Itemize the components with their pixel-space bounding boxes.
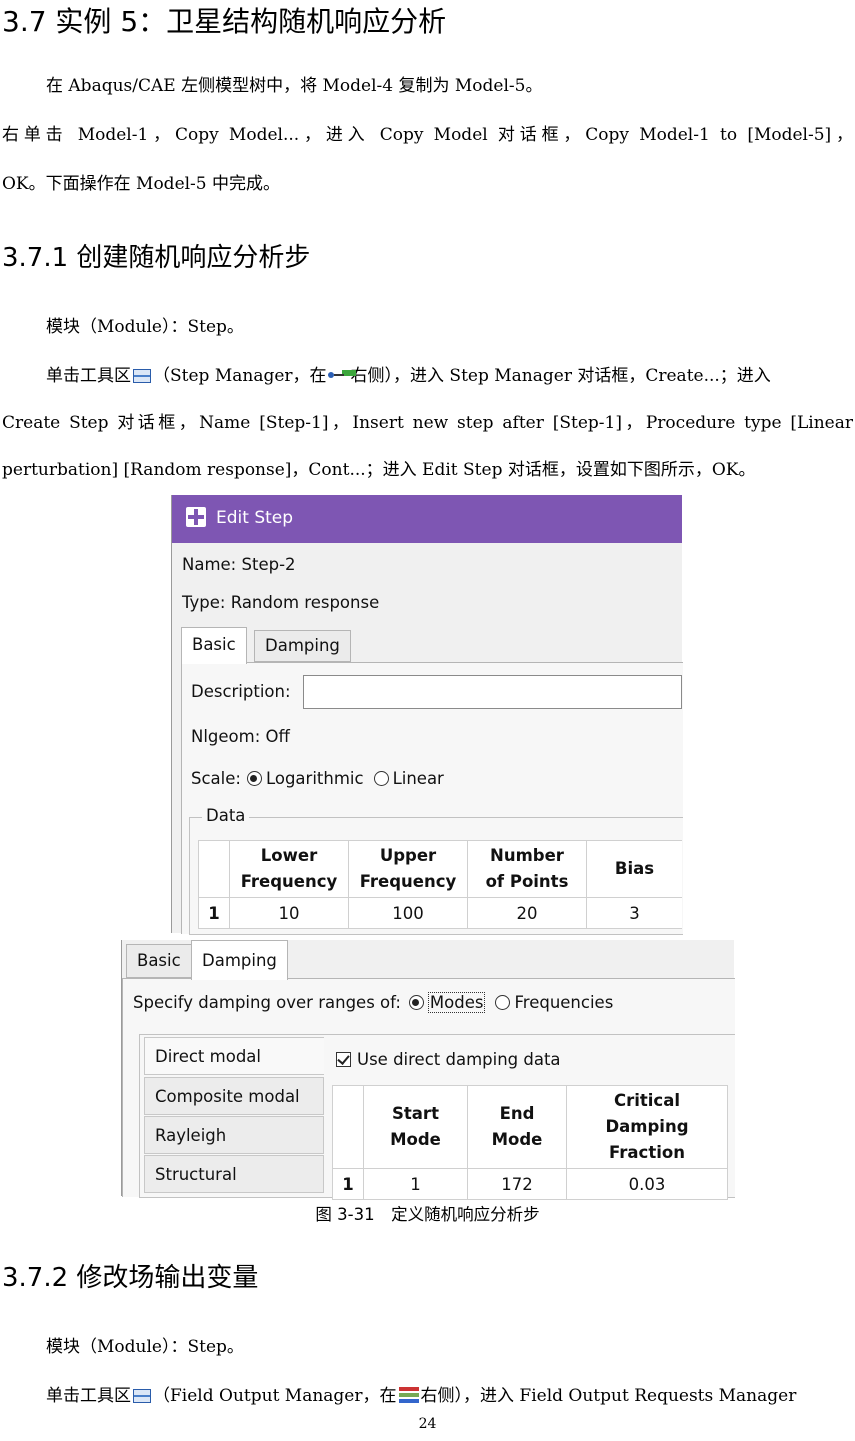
type-row: Type: Random response	[182, 593, 379, 612]
figure-caption: 图 3-31 定义随机响应分析步	[315, 1205, 540, 1224]
radio-logarithmic[interactable]	[246, 771, 262, 786]
table-cell[interactable]: 172	[467, 1168, 567, 1200]
table-cell[interactable]: 10	[229, 897, 349, 929]
subsection-heading: 3.7.1 创建随机响应分析步	[2, 243, 311, 273]
damping-panel-screenshot: Basic Damping Specify damping over range…	[121, 940, 735, 1200]
text: 右侧），进入 Field Output Requests Manager	[420, 1386, 797, 1406]
col-start-mode: Start Mode	[363, 1085, 468, 1169]
paragraph: 模块（Module）：Step。	[46, 317, 244, 337]
paragraph: 右单击 Model-1，Copy Model...，进入 Copy Model …	[2, 125, 853, 145]
frequencies-label: Frequencies	[514, 993, 614, 1012]
paragraph: 模块（Module）：Step。	[46, 1337, 244, 1357]
linear-label: Linear	[392, 769, 444, 788]
side-item-direct-modal[interactable]: Direct modal	[144, 1037, 324, 1075]
radio-linear[interactable]	[373, 771, 389, 786]
tab-damping[interactable]: Damping	[191, 940, 288, 980]
name-row: Name: Step-2	[182, 555, 296, 574]
field-output-manager-icon	[133, 1389, 151, 1403]
radio-modes[interactable]	[408, 995, 424, 1010]
name-label: Name:	[182, 555, 237, 574]
specify-label: Specify damping over ranges of:	[133, 993, 401, 1012]
row-header-corner	[332, 1085, 364, 1169]
table-row[interactable]: 1 10 100 20 3	[198, 897, 682, 929]
nlgeom-value[interactable]: Off	[266, 727, 290, 746]
row-number: 1	[198, 897, 230, 929]
text: 单击工具区	[46, 1386, 131, 1406]
edit-step-icon	[186, 507, 206, 527]
tab-basic[interactable]: Basic	[126, 944, 191, 978]
paragraph: 在 Abaqus/CAE 左侧模型树中，将 Model-4 复制为 Model-…	[46, 76, 543, 96]
nlgeom-row: Nlgeom: Off	[191, 727, 290, 746]
side-item-composite-modal[interactable]: Composite modal	[144, 1077, 324, 1115]
logarithmic-label: Logarithmic	[265, 769, 364, 788]
modes-label: Modes	[427, 992, 486, 1013]
table-cell[interactable]: 100	[348, 897, 468, 929]
scale-row: Scale: Logarithmic Linear	[191, 769, 444, 788]
scale-label: Scale:	[191, 769, 241, 788]
side-item-structural[interactable]: Structural	[144, 1155, 324, 1193]
col-upper-frequency: Upper Frequency	[348, 840, 468, 898]
text: （Field Output Manager，在	[153, 1386, 397, 1406]
table-header-row: Start Mode End Mode Critical Damping Fracti…	[332, 1085, 728, 1169]
col-end-mode: End Mode	[467, 1085, 567, 1169]
table-header-row: Lower Frequency Upper Frequency Number of P…	[198, 840, 682, 898]
paragraph: perturbation] [Random response]，Cont...；…	[2, 460, 756, 480]
use-direct-row: Use direct damping data	[336, 1050, 561, 1069]
col-bias: Bias	[586, 840, 682, 898]
data-group-title: Data	[202, 806, 250, 825]
paragraph: OK。下面操作在 Model-5 中完成。	[2, 174, 281, 194]
subsection-heading: 3.7.2 修改场输出变量	[2, 1263, 259, 1293]
description-label: Description:	[191, 682, 291, 701]
text: （Step Manager，在	[153, 366, 327, 386]
page-number: 24	[418, 1416, 437, 1432]
radio-frequencies[interactable]	[495, 995, 511, 1010]
table-cell[interactable]: 0.03	[566, 1168, 728, 1200]
table-cell[interactable]: 20	[467, 897, 587, 929]
edit-step-dialog: Edit Step Name: Step-2 Type: Random resp…	[171, 495, 683, 935]
paragraph: 单击工具区 （Step Manager，在 右侧），进入 Step Manager …	[46, 364, 771, 388]
text: 单击工具区	[46, 366, 131, 386]
name-value: Step-2	[241, 555, 296, 574]
side-item-rayleigh[interactable]: Rayleigh	[144, 1116, 324, 1154]
step-arrow-icon	[327, 370, 350, 380]
type-label: Type:	[182, 593, 226, 612]
row-header-corner	[198, 840, 230, 898]
dialog-title: Edit Step	[216, 508, 294, 528]
damping-table[interactable]: Start Mode End Mode Critical Damping Fracti…	[332, 1085, 728, 1200]
col-critical-damping-fraction: Critical Damping Fraction	[566, 1085, 728, 1169]
section-heading: 3.7 实例 5：卫星结构随机响应分析	[2, 5, 447, 38]
frequency-table[interactable]: Lower Frequency Upper Frequency Number of P…	[198, 840, 682, 929]
table-row[interactable]: 1 1 172 0.03	[332, 1168, 728, 1200]
table-cell[interactable]: 3	[586, 897, 682, 929]
field-output-icon	[398, 1387, 419, 1403]
type-value: Random response	[230, 593, 380, 612]
paragraph: 单击工具区 （Field Output Manager，在 右侧），进入 Field…	[46, 1384, 796, 1408]
use-direct-checkbox[interactable]	[336, 1052, 351, 1067]
specify-range-row: Specify damping over ranges of: Modes Freq…	[133, 992, 614, 1013]
table-cell[interactable]: 1	[363, 1168, 468, 1200]
col-lower-frequency: Lower Frequency	[229, 840, 349, 898]
row-number: 1	[332, 1168, 364, 1200]
text: 右侧），进入 Step Manager 对话框，Create...；进入	[350, 366, 771, 386]
tab-damping[interactable]: Damping	[254, 630, 351, 662]
use-direct-label: Use direct damping data	[357, 1050, 561, 1069]
paragraph: Create Step 对话框，Name [Step-1]，Insert new…	[2, 413, 853, 433]
col-number-of-points: Number of Points	[467, 840, 587, 898]
tab-basic[interactable]: Basic	[181, 627, 247, 664]
nlgeom-label: Nlgeom:	[191, 727, 261, 746]
step-manager-icon	[133, 369, 151, 383]
dialog-titlebar: Edit Step	[172, 495, 682, 543]
description-input[interactable]	[303, 675, 682, 709]
